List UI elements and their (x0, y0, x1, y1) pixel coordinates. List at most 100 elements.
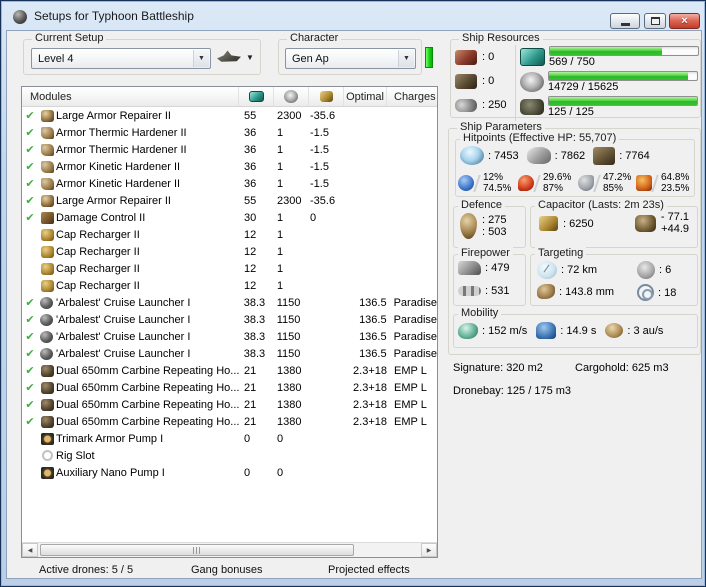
module-name: 'Arbalest' Cruise Launcher I (55, 313, 191, 326)
calibration-icon (455, 98, 477, 112)
turret-hardpoint-icon (455, 49, 477, 65)
module-name: Auxiliary Nano Pump I (56, 466, 165, 479)
ship-browse-button[interactable]: ▼ (217, 50, 254, 64)
close-icon: × (681, 15, 688, 27)
hitpoints-group: Hitpoints (Effective HP: 55,707) : 7453 … (455, 132, 695, 197)
module-cpu: 12 (244, 279, 257, 292)
divider (593, 174, 603, 192)
module-cap-use: -35.6 (310, 109, 336, 122)
fitted-check-icon: ✔ (25, 110, 35, 122)
scroll-right-arrow[interactable]: ▶ (421, 543, 437, 557)
module-row[interactable]: ✔ Auxiliary Nano Pump I 0 0 (22, 464, 437, 481)
optimal-column-header: Optimal (344, 87, 387, 106)
cargohold-stat: Cargohold: 625 m3 (575, 362, 669, 374)
module-row[interactable]: ✔ Large Armor Repairer II 55 2300 -35.6 (22, 107, 437, 124)
module-row[interactable]: ✔ Cap Recharger II 12 1 (22, 260, 437, 277)
module-optimal: 2.3+18 (353, 398, 387, 411)
active-drones-status: Active drones: 5 / 5 (39, 564, 134, 576)
character-group: Character Gen Ap ▼ (278, 32, 422, 75)
module-row[interactable]: ✔ Armor Thermic Hardener II 36 1 -1.5 (22, 124, 437, 141)
projected-effects-toggle[interactable]: Projected effects (328, 564, 410, 576)
module-icon (40, 109, 54, 122)
horizontal-scrollbar[interactable]: ◀ ▶ (22, 542, 437, 557)
module-cpu: 12 (244, 245, 257, 258)
character-select[interactable]: Gen Ap ▼ (285, 48, 416, 69)
module-name: Dual 650mm Carbine Repeating Ho... (56, 364, 240, 377)
module-name: Large Armor Repairer II (56, 194, 171, 207)
scroll-left-arrow[interactable]: ◀ (22, 543, 38, 557)
module-powergrid: 1 (277, 143, 284, 156)
module-cpu: 0 (244, 432, 251, 445)
defence-value-2: : 503 (482, 226, 507, 238)
module-row[interactable]: ✔ Dual 650mm Carbine Repeating Ho... 21 … (22, 362, 437, 379)
defence-icon (460, 213, 477, 239)
titlebar[interactable]: Setups for Typhoon Battleship × (1, 1, 705, 30)
fitted-check-icon: ✔ (25, 314, 35, 326)
max-velocity: : 152 m/s (482, 324, 528, 337)
maximize-button[interactable] (644, 13, 666, 29)
module-icon (40, 160, 54, 173)
module-row[interactable]: ✔ Rig Slot (22, 447, 437, 464)
current-setup-label: Current Setup (32, 32, 107, 44)
module-powergrid: 1380 (277, 415, 302, 428)
fitted-check-icon: ✔ (25, 212, 35, 224)
window-title: Setups for Typhoon Battleship (34, 9, 194, 23)
defence-value-1: : 275 (482, 214, 507, 226)
modules-table-header: Modules Optimal Charges (22, 87, 437, 107)
module-charge: EMP L (394, 398, 427, 411)
module-optimal: 136.5 (359, 347, 387, 360)
scrollbar-thumb[interactable] (40, 544, 355, 556)
module-row[interactable]: ✔ Cap Recharger II 12 1 (22, 277, 437, 294)
module-name: Large Armor Repairer II (56, 109, 171, 122)
module-row[interactable]: ✔ Damage Control II 30 1 0 (22, 209, 437, 226)
module-cpu: 12 (244, 262, 257, 275)
module-cpu: 30 (244, 211, 257, 224)
scan-resolution: : 18 (658, 286, 677, 299)
thermal-armor-resist: 87% (543, 183, 564, 194)
minimize-button[interactable] (610, 13, 640, 29)
module-row[interactable]: ✔ Cap Recharger II 12 1 (22, 243, 437, 260)
module-row[interactable]: ✔ Armor Kinetic Hardener II 36 1 -1.5 (22, 175, 437, 192)
current-setup-select[interactable]: Level 4 ▼ (31, 48, 211, 69)
module-name: Trimark Armor Pump I (56, 432, 164, 445)
kinetic-resist-icon (578, 175, 594, 191)
module-row[interactable]: ✔ Dual 650mm Carbine Repeating Ho... 21 … (22, 396, 437, 413)
maximize-icon (650, 17, 660, 25)
module-row[interactable]: ✔ Trimark Armor Pump I 0 0 (22, 430, 437, 447)
module-row[interactable]: ✔ Armor Kinetic Hardener II 36 1 -1.5 (22, 158, 437, 175)
fitted-check-icon: ✔ (25, 365, 35, 377)
divider (473, 174, 483, 192)
module-row[interactable]: ✔ Cap Recharger II 12 1 (22, 226, 437, 243)
module-name: Cap Recharger II (56, 245, 140, 258)
structure-icon (593, 146, 616, 165)
module-name: Dual 650mm Carbine Repeating Ho... (56, 415, 240, 428)
module-name: Armor Kinetic Hardener II (56, 160, 181, 173)
module-cpu: 38.3 (243, 330, 266, 343)
module-row[interactable]: ✔ 'Arbalest' Cruise Launcher I 38.3 1150… (22, 294, 437, 311)
charges-column-header: Charges (394, 90, 436, 103)
module-icon (40, 398, 54, 411)
module-row[interactable]: ✔ Armor Thermic Hardener II 36 1 -1.5 (22, 141, 437, 158)
module-cpu: 36 (244, 143, 257, 156)
cpu-icon (248, 91, 264, 102)
module-row[interactable]: ✔ 'Arbalest' Cruise Launcher I 38.3 1150… (22, 345, 437, 362)
gang-bonuses-toggle[interactable]: Gang bonuses (191, 564, 263, 576)
scrollbar-track[interactable] (38, 543, 421, 557)
module-row[interactable]: ✔ Dual 650mm Carbine Repeating Ho... 21 … (22, 413, 437, 430)
module-cpu: 38.3 (243, 347, 266, 360)
hitpoints-title: Hitpoints (Effective HP: 55,707) (460, 132, 620, 144)
module-row[interactable]: ✔ 'Arbalest' Cruise Launcher I 38.3 1150… (22, 328, 437, 345)
module-icon (40, 347, 54, 360)
cap-recharge: +44.9 (661, 223, 689, 235)
module-cap-use: -1.5 (310, 160, 329, 173)
module-charge: EMP L (394, 364, 427, 377)
fitted-check-icon: ✔ (25, 331, 35, 343)
module-row[interactable]: ✔ Dual 650mm Carbine Repeating Ho... 21 … (22, 379, 437, 396)
module-icon (40, 228, 54, 241)
module-row[interactable]: ✔ 'Arbalest' Cruise Launcher I 38.3 1150… (22, 311, 437, 328)
speed-icon (458, 322, 478, 339)
module-row[interactable]: ✔ Large Armor Repairer II 55 2300 -35.6 (22, 192, 437, 209)
close-button[interactable]: × (669, 13, 700, 29)
fitted-check-icon: ✔ (25, 161, 35, 173)
module-name: 'Arbalest' Cruise Launcher I (55, 330, 191, 343)
